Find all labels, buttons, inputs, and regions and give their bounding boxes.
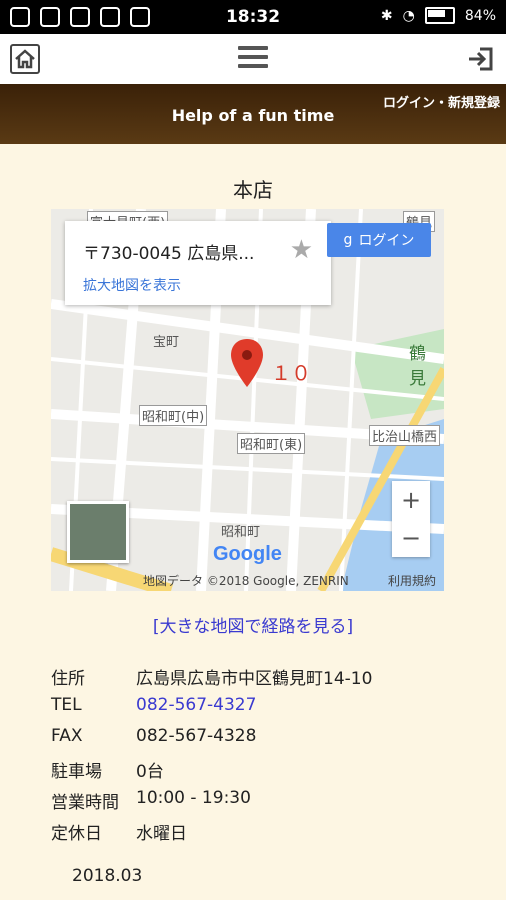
google-login-button[interactable]: g ログイン bbox=[327, 223, 431, 257]
map-data-credit: 地図データ ©2018 Google, ZENRIN bbox=[143, 574, 349, 588]
zoom-out-button[interactable]: − bbox=[392, 519, 430, 557]
map-info-card: 〒730-0045 広島県... ★ 拡大地図を表示 bbox=[65, 221, 331, 305]
app-toolbar bbox=[0, 34, 506, 84]
status-bar: 18:32 ✱ ◔ 84% bbox=[0, 0, 506, 34]
route-map-link[interactable]: [大きな地図で経路を見る] bbox=[0, 612, 506, 637]
info-value: 10:00 - 19:30 bbox=[136, 788, 251, 808]
pin-label: １０ bbox=[271, 361, 311, 385]
info-row-fax: FAX 082-567-4328 bbox=[51, 726, 372, 757]
tel-link[interactable]: 082-567-4327 bbox=[136, 695, 256, 726]
google-map[interactable]: 富士見町(西) 宝町 昭和町(中) 昭和町(東) 比治山橋西 昭和町 鶴見 鶴見… bbox=[51, 209, 444, 591]
home-icon bbox=[15, 49, 35, 69]
satellite-toggle[interactable] bbox=[67, 501, 129, 563]
menu-button[interactable] bbox=[238, 46, 268, 72]
info-row-parking: 駐車場 0台 bbox=[51, 757, 372, 788]
map-label-showa: 昭和町 bbox=[221, 525, 261, 540]
terms-link[interactable]: 利用規約 bbox=[388, 572, 436, 589]
info-value: 0台 bbox=[136, 762, 164, 782]
info-label: 営業時間 bbox=[51, 793, 119, 813]
bluetooth-icon: ✱ bbox=[380, 7, 393, 24]
tagline: Help of a fun time bbox=[171, 106, 335, 125]
wifi-icon: ◔ bbox=[402, 7, 415, 24]
save-star-icon[interactable]: ★ bbox=[290, 235, 313, 265]
info-row-closed: 定休日 水曜日 bbox=[51, 819, 372, 850]
map-label-takara: 宝町 bbox=[153, 335, 180, 350]
home-button[interactable] bbox=[10, 44, 40, 74]
store-info: 住所 広島県広島市中区鶴見町14-10 TEL 082-567-4327 FAX… bbox=[51, 664, 372, 850]
google-logo: Google bbox=[213, 543, 282, 565]
map-pin-icon bbox=[231, 339, 263, 387]
info-row-tel: TEL 082-567-4327 bbox=[51, 695, 372, 726]
info-value: 広島県広島市中区鶴見町14-10 bbox=[136, 669, 373, 689]
map-label-showa-higashi: 昭和町(東) bbox=[237, 433, 306, 454]
map-label-tsurumi: 鶴見 bbox=[409, 344, 426, 389]
map-label-showa-naka: 昭和町(中) bbox=[139, 405, 208, 426]
info-value: 082-567-4328 bbox=[136, 726, 257, 746]
map-label-hijiyama: 比治山橋西 bbox=[369, 425, 441, 446]
info-label: TEL bbox=[51, 695, 82, 715]
battery-percent: 84% bbox=[464, 7, 496, 24]
store-title: 本店 bbox=[233, 178, 273, 202]
info-label: 定休日 bbox=[51, 824, 102, 844]
battery-icon bbox=[424, 7, 455, 24]
login-icon bbox=[469, 47, 493, 71]
login-button[interactable] bbox=[466, 44, 496, 74]
zoom-controls: + − bbox=[392, 481, 430, 557]
info-label: 駐車場 bbox=[51, 762, 102, 782]
header-banner: ログイン・新規登録 Help of a fun time bbox=[0, 84, 506, 144]
google-login-label: ログイン bbox=[358, 233, 415, 249]
enlarge-map-link[interactable]: 拡大地図を表示 bbox=[83, 275, 181, 295]
map-card-address: 〒730-0045 広島県... bbox=[83, 244, 255, 264]
info-label: 住所 bbox=[51, 669, 85, 689]
map-attribution: 地図データ ©2018 Google, ZENRIN 利用規約 bbox=[51, 569, 444, 591]
info-row-address: 住所 広島県広島市中区鶴見町14-10 bbox=[51, 664, 372, 695]
info-label: FAX bbox=[51, 726, 83, 746]
info-value: 水曜日 bbox=[136, 824, 187, 844]
info-row-hours: 営業時間 10:00 - 19:30 bbox=[51, 788, 372, 819]
zoom-in-button[interactable]: + bbox=[392, 481, 430, 519]
google-g-icon: g bbox=[343, 232, 353, 248]
updated-date: 2018.03 bbox=[72, 866, 143, 886]
